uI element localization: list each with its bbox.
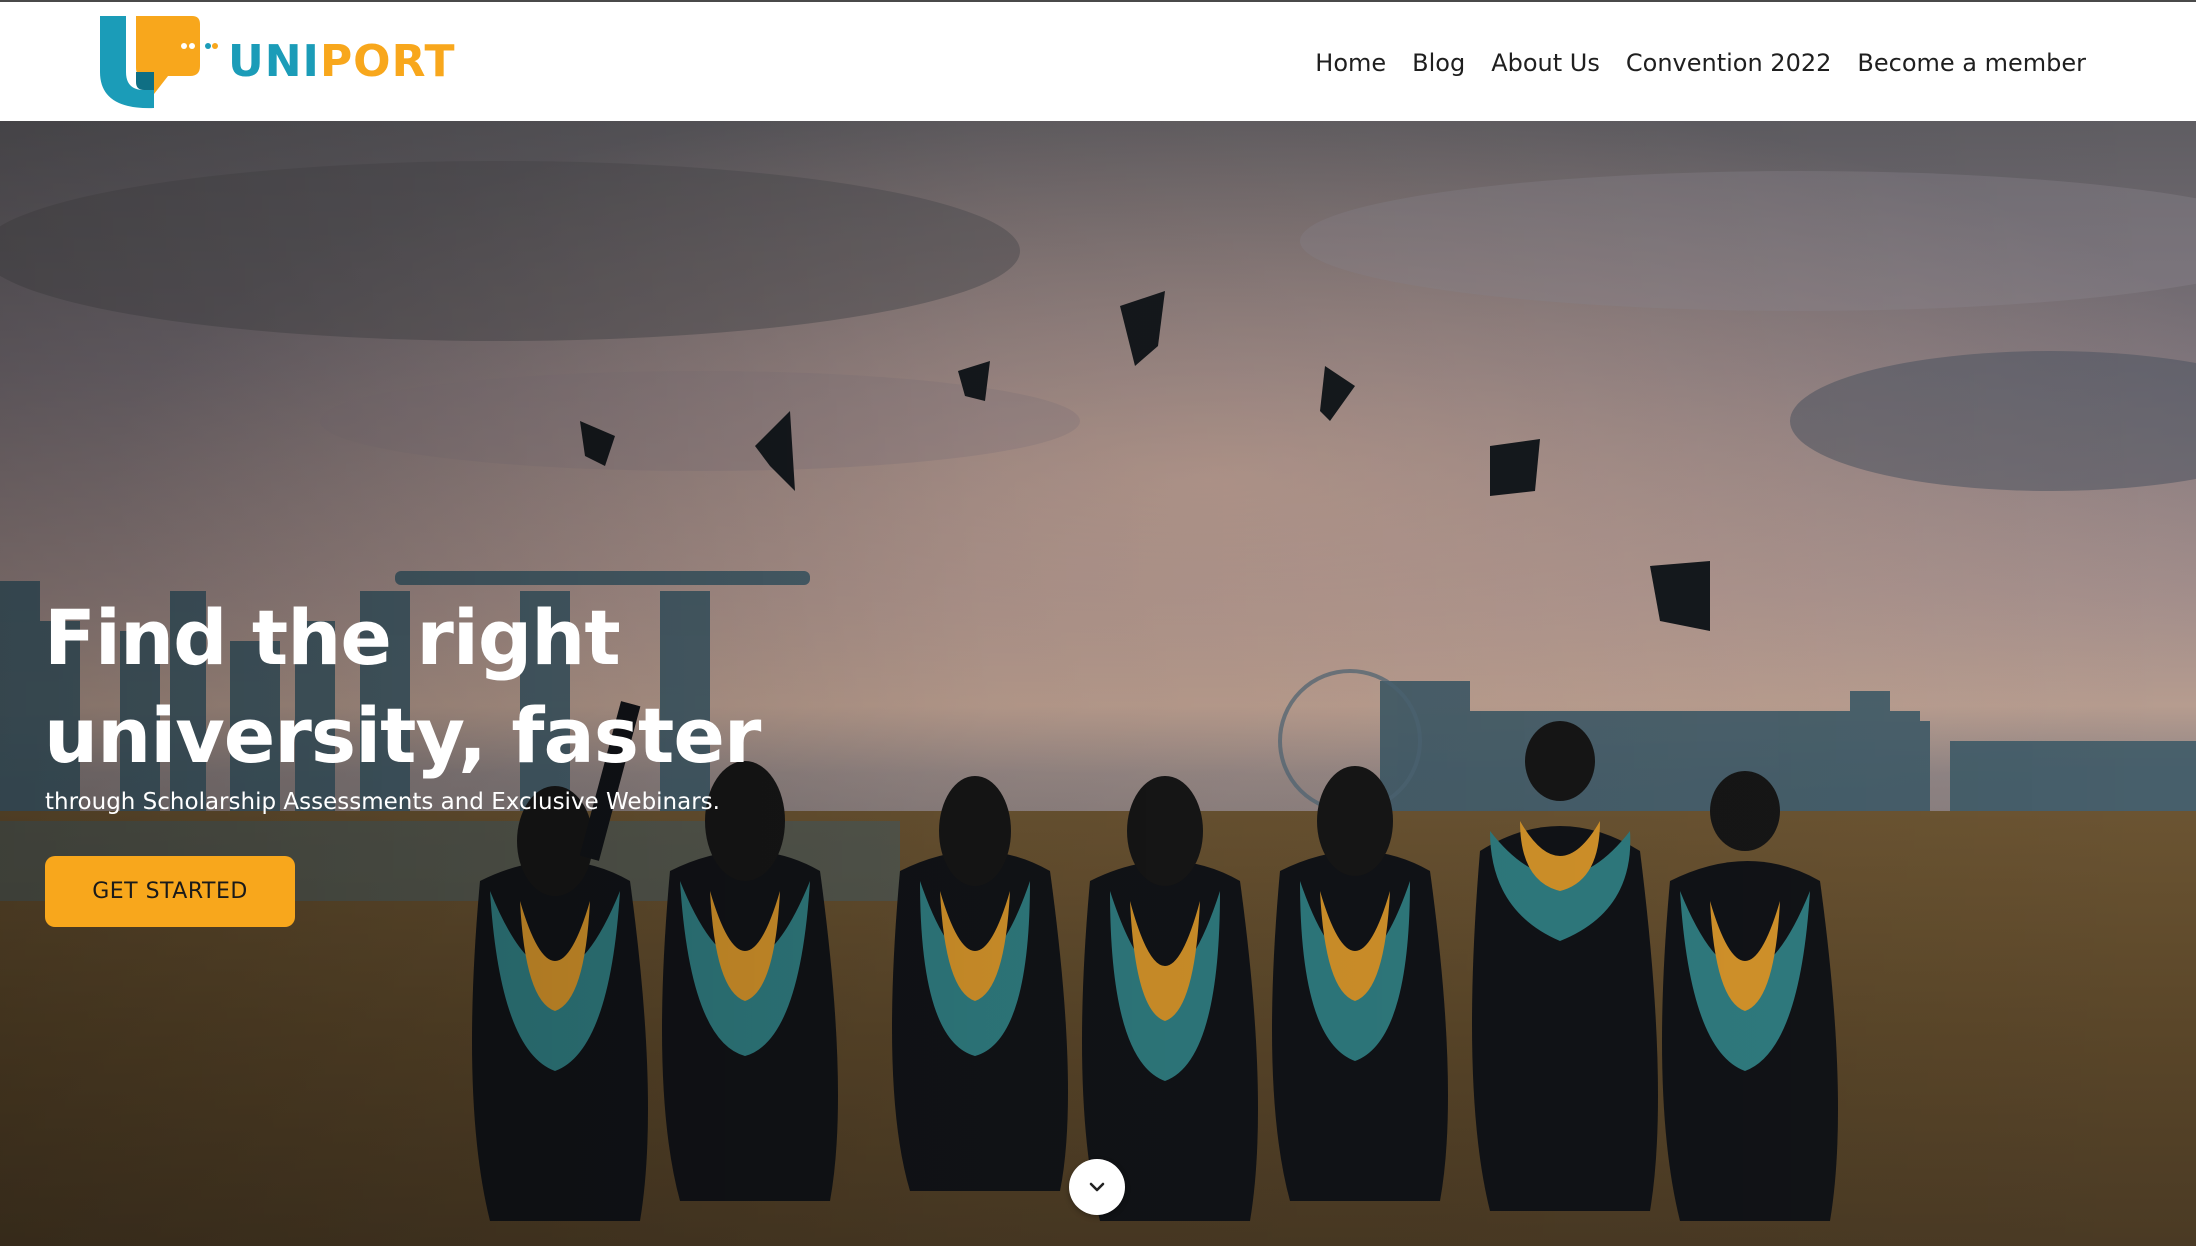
nav-become-member-link[interactable]: Become a member [1857, 49, 2086, 77]
scroll-down-button[interactable] [1069, 1159, 1125, 1215]
site-header: UNIPORT Home Blog About Us Convention 20… [0, 0, 2196, 121]
logo-wordmark: UNIPORT [228, 40, 456, 84]
uniport-logo[interactable]: UNIPORT [96, 14, 456, 110]
nav-convention-2022-link[interactable]: Convention 2022 [1626, 49, 1832, 77]
chevron-down-icon [1089, 1182, 1105, 1192]
nav-about-us-link[interactable]: About Us [1491, 49, 1600, 77]
logo-wordmark-uni: UNI [228, 36, 320, 87]
nav-blog-link[interactable]: Blog [1412, 49, 1465, 77]
hero-section: Find the right university, faster throug… [0, 121, 2196, 1246]
get-started-button[interactable]: GET STARTED [45, 856, 295, 927]
main-nav: Home Blog About Us Convention 2022 Becom… [1315, 2, 2086, 123]
hero-subtitle: through Scholarship Assessments and Excl… [45, 789, 720, 815]
logo-icon [100, 16, 218, 109]
logo-wordmark-port: PORT [319, 36, 456, 87]
nav-home-link[interactable]: Home [1315, 49, 1386, 77]
hero-title: Find the right university, faster [44, 593, 761, 780]
